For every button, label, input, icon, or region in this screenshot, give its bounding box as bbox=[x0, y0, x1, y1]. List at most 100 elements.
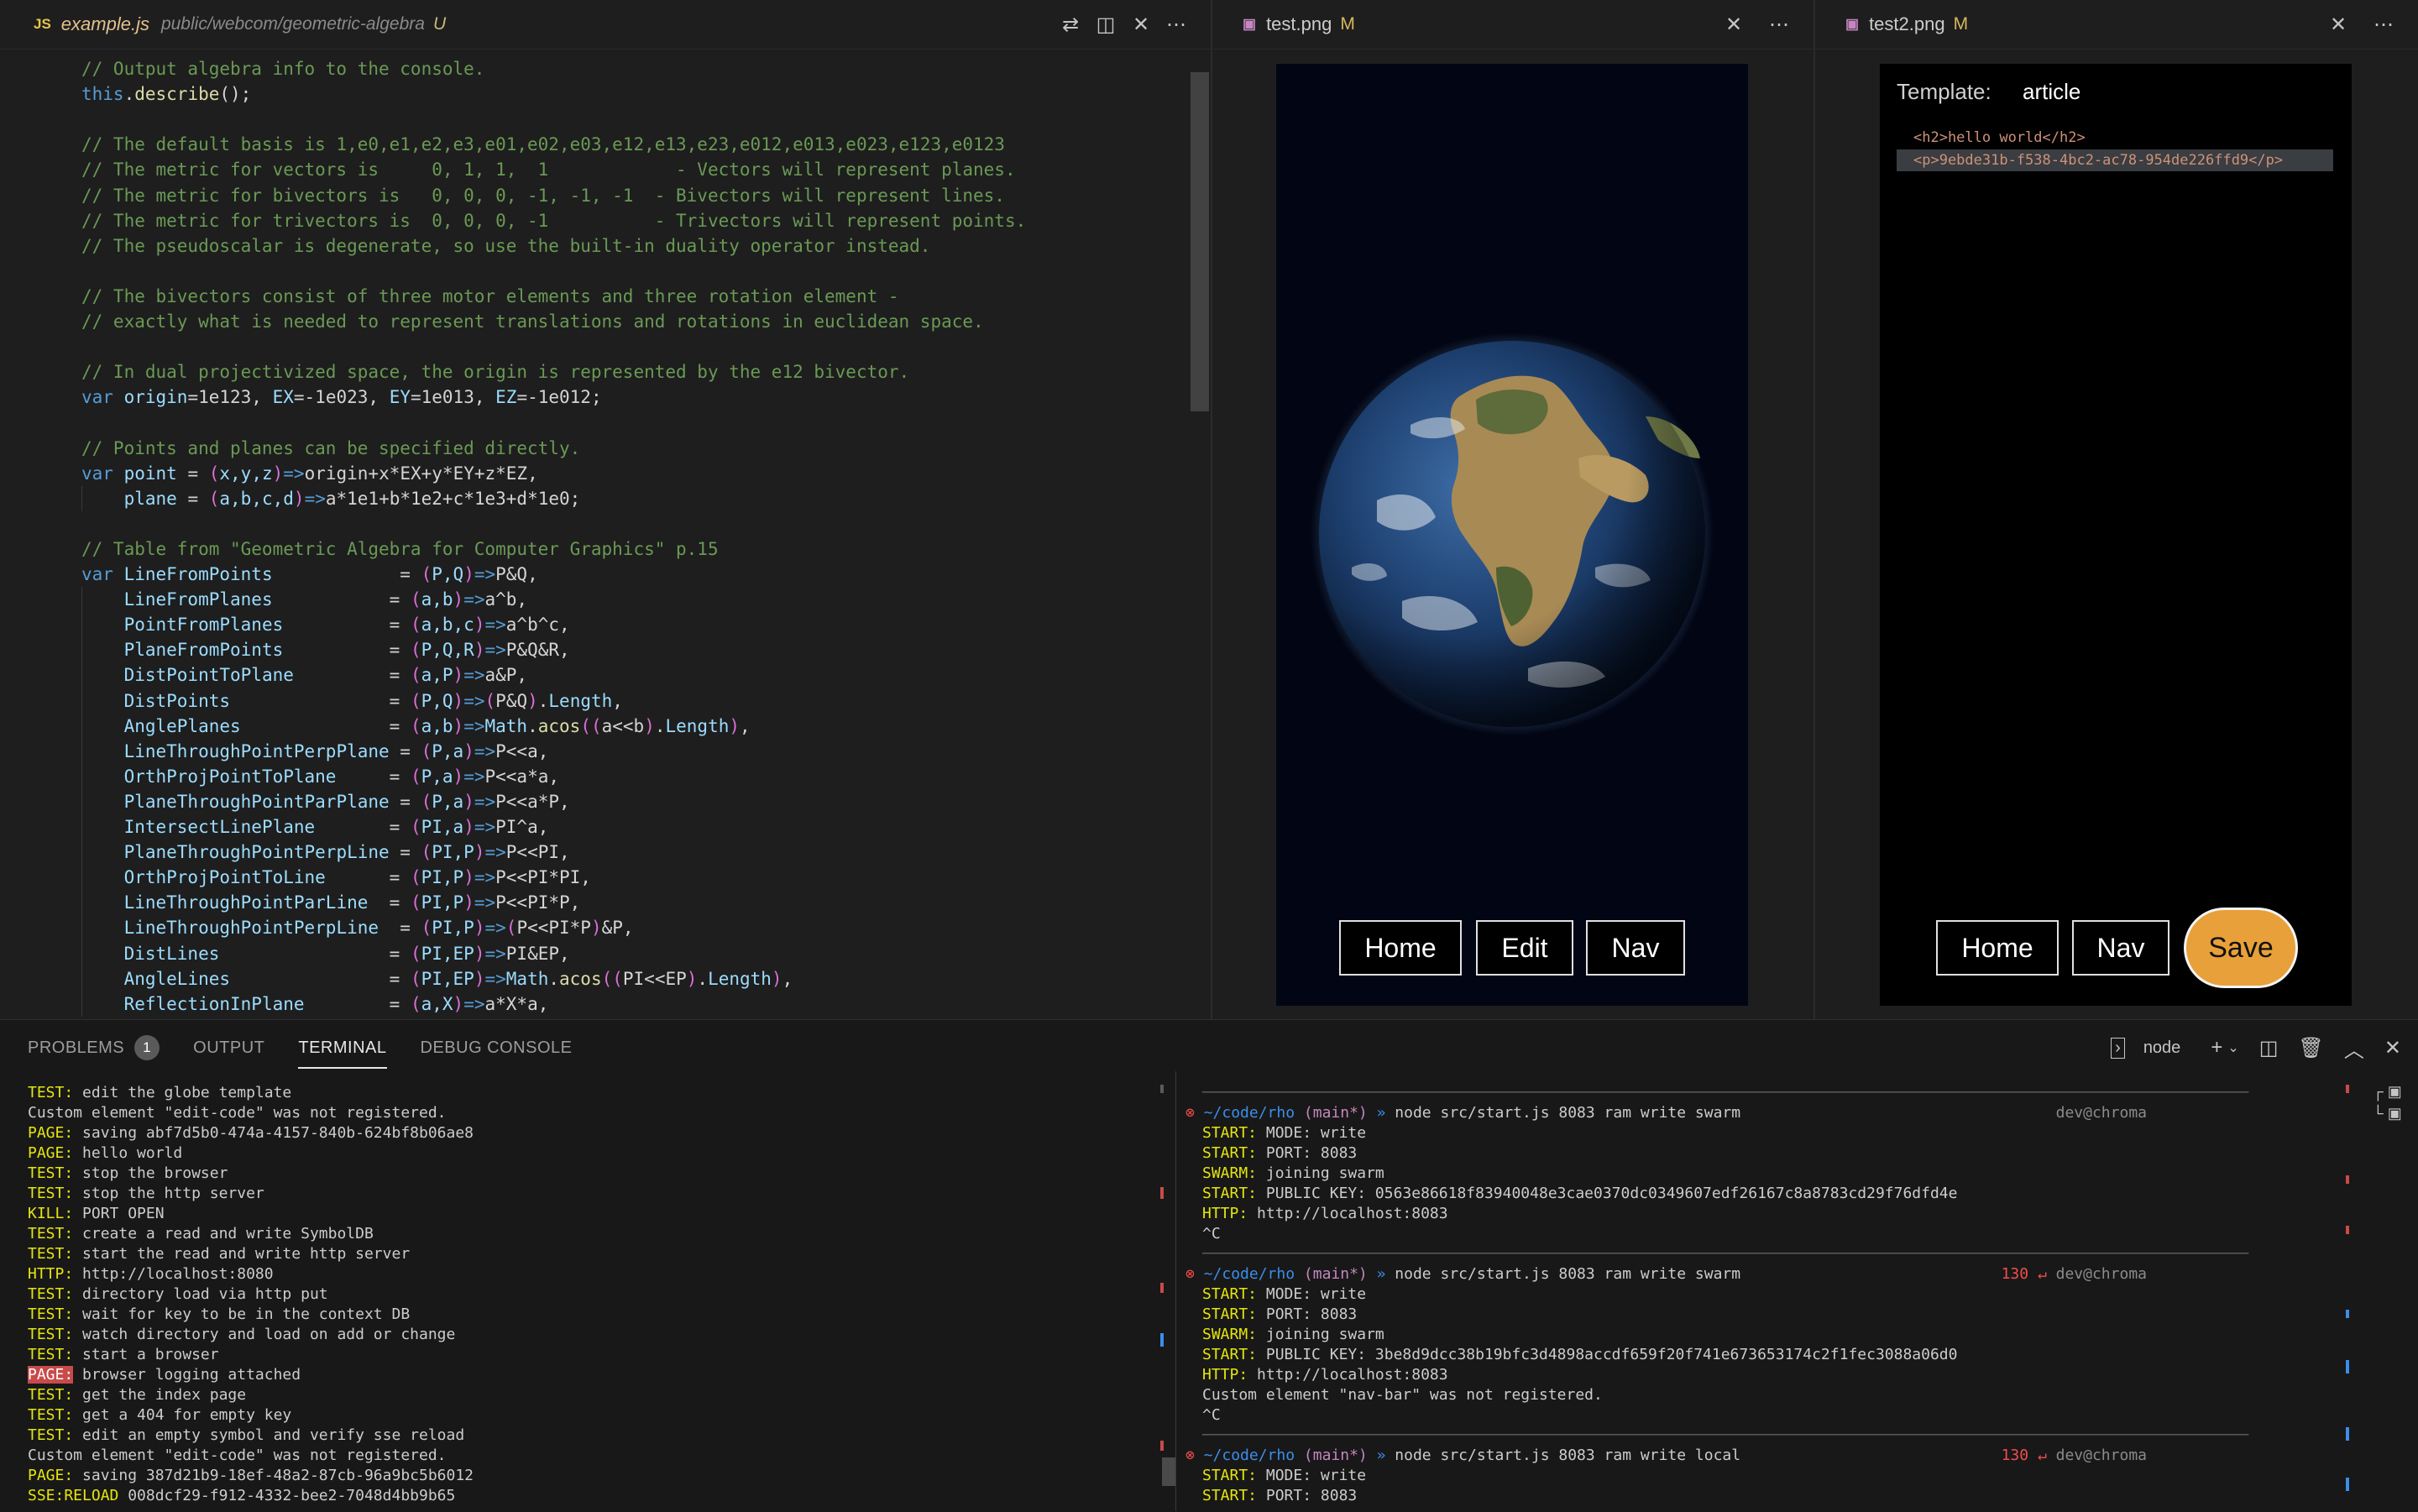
close-icon[interactable]: ✕ bbox=[1123, 7, 1159, 42]
trash-icon[interactable]: 🗑 bbox=[2298, 1036, 2323, 1060]
error-mark-icon: ⊗ bbox=[1185, 1447, 1195, 1464]
home-button[interactable]: Home bbox=[1936, 920, 2059, 976]
terminal-line: START: MODE: write bbox=[1185, 1123, 2344, 1143]
code-line: OrthProjPointToPlane = (P,a)=>P<<a*a, bbox=[81, 764, 559, 789]
close-icon[interactable]: ✕ bbox=[1716, 7, 1751, 42]
code-token: ( bbox=[410, 615, 421, 636]
code-token: => bbox=[283, 463, 305, 484]
nav-button[interactable]: Nav bbox=[2072, 920, 2169, 976]
code-token: . bbox=[527, 715, 538, 736]
terminal-left[interactable]: TEST: edit the globe template Custom elem… bbox=[28, 1083, 1153, 1511]
save-button[interactable]: Save bbox=[2184, 908, 2298, 988]
error-mark-icon: ⊗ bbox=[1185, 1265, 1195, 1283]
new-terminal-icon[interactable]: + bbox=[2211, 1036, 2222, 1059]
terminal-line: ────────────────────────────────────────… bbox=[1185, 1244, 2344, 1264]
terminal-line: PAGE: saving 387d21b9-18ef-48a2-87cb-96a… bbox=[28, 1466, 1153, 1486]
code-token: a<<b bbox=[601, 715, 645, 736]
log-text: stop the browser bbox=[73, 1164, 228, 1182]
tab-terminal[interactable]: TERMINAL bbox=[298, 1020, 387, 1075]
more-actions-icon[interactable]: ⋯ bbox=[1761, 7, 1797, 42]
log-tag: START: bbox=[1202, 1185, 1258, 1202]
code-line: DistPoints = (P,Q)=>(P&Q).Length, bbox=[81, 688, 623, 714]
code-line: LineFromPlanes = (a,b)=>a^b, bbox=[81, 587, 528, 612]
code-token: ) bbox=[453, 715, 464, 736]
code-token: // The metric for vectors is 0, 1, 1, 1 … bbox=[81, 160, 1016, 180]
split-terminal-icon[interactable]: ◫ bbox=[2259, 1036, 2279, 1060]
code-token: ( bbox=[410, 715, 421, 736]
code-token: ) bbox=[474, 615, 485, 636]
code-token: ( bbox=[421, 791, 432, 812]
code-token: ( bbox=[410, 993, 421, 1014]
close-icon[interactable]: ✕ bbox=[2321, 7, 2356, 42]
code-token: ( bbox=[410, 817, 421, 837]
edit-button[interactable]: Edit bbox=[1476, 920, 1573, 976]
terminal-line: ^C bbox=[1185, 1224, 2344, 1244]
exit-code: 130 ↵ bbox=[2001, 1447, 2047, 1464]
globe-image bbox=[1276, 64, 1748, 1006]
log-tag: TEST: bbox=[28, 1285, 74, 1303]
code-token: // The pseudoscalar is degenerate, so us… bbox=[81, 235, 931, 256]
code-token: = bbox=[379, 615, 411, 636]
more-actions-icon[interactable]: ⋯ bbox=[2366, 7, 2401, 42]
terminal-shell-selector[interactable]: › node bbox=[2101, 1037, 2190, 1059]
log-tag: HTTP: bbox=[1202, 1366, 1248, 1384]
code-line: // The pseudoscalar is degenerate, so us… bbox=[81, 233, 930, 259]
terminal-line: TEST: edit an empty symbol and verify ss… bbox=[28, 1426, 1153, 1446]
log-tag: PAGE: bbox=[28, 1124, 74, 1142]
code-token: PI^a, bbox=[495, 817, 549, 837]
code-token: AngleLines bbox=[123, 968, 379, 989]
terminal-line: ⊗ ~/code/rho (main*) » node src/start.js… bbox=[1185, 1446, 2344, 1466]
prompt-host: dev@chroma bbox=[2055, 1447, 2147, 1464]
chevron-down-icon[interactable]: ⌄ bbox=[2227, 1039, 2238, 1056]
compare-changes-icon[interactable]: ⇄ bbox=[1053, 7, 1088, 42]
code-token: ( bbox=[410, 665, 421, 686]
code-token: Length bbox=[708, 968, 772, 989]
log-text: ^C bbox=[1202, 1406, 1221, 1424]
code-token: ) bbox=[463, 817, 474, 837]
tab-debug-console[interactable]: DEBUG CONSOLE bbox=[421, 1020, 573, 1075]
maximize-panel-icon[interactable]: ︿ bbox=[2344, 1033, 2364, 1063]
tab-problems[interactable]: PROBLEMS 1 bbox=[28, 1020, 160, 1075]
code-token: ( bbox=[410, 766, 421, 787]
log-text: Custom element "edit-code" was not regis… bbox=[28, 1447, 447, 1464]
command-text: node src/start.js 8083 ram write swarm bbox=[1395, 1104, 1741, 1122]
tab-test2-png[interactable]: ▣ test2.png M bbox=[1845, 0, 1968, 49]
terminal-line: START: PUBLIC KEY: 3be8d9dcc38b19bfc3d48… bbox=[1185, 1345, 2344, 1365]
terminal-line: TEST: watch directory and load on add or… bbox=[28, 1325, 1153, 1345]
editor-scrollbar[interactable] bbox=[1191, 72, 1209, 411]
code-token: => bbox=[304, 488, 326, 509]
nav-button[interactable]: Nav bbox=[1586, 920, 1685, 976]
tab-example-js[interactable]: JS example.js public/webcom/geometric-al… bbox=[34, 0, 446, 49]
terminal-line: Custom element "edit-code" was not regis… bbox=[28, 1103, 1153, 1123]
prompt-host: dev@chroma bbox=[2055, 1104, 2147, 1122]
close-panel-icon[interactable]: ✕ bbox=[2384, 1036, 2401, 1060]
terminal-line: ────────────────────────────────────────… bbox=[1185, 1426, 2344, 1446]
shell-label: node bbox=[2143, 1038, 2181, 1057]
template-value: article bbox=[2023, 79, 2081, 104]
more-actions-icon[interactable]: ⋯ bbox=[1159, 7, 1194, 42]
code-token: ( bbox=[410, 892, 421, 913]
terminal-right[interactable]: ────────────────────────────────────────… bbox=[1185, 1083, 2344, 1511]
code-token: = bbox=[379, 690, 411, 711]
log-tag: TEST: bbox=[28, 1185, 74, 1202]
code-editor[interactable]: // Output algebra info to the console. th… bbox=[0, 50, 1192, 1019]
terminal-line: KILL: PORT OPEN bbox=[28, 1204, 1153, 1224]
image-file-icon: ▣ bbox=[1243, 16, 1257, 32]
code-token: a,b bbox=[421, 715, 453, 736]
code-token: = bbox=[379, 817, 411, 837]
terminal-line: PAGE: browser logging attached bbox=[28, 1365, 1153, 1385]
split-editor-icon[interactable]: ◫ bbox=[1088, 7, 1123, 42]
terminal-instance-icon[interactable]: └ ▣ bbox=[2373, 1105, 2402, 1122]
code-token: DistPoints bbox=[123, 690, 379, 711]
tab-filename: example.js bbox=[60, 13, 149, 34]
home-button[interactable]: Home bbox=[1339, 920, 1462, 976]
code-token: var bbox=[81, 463, 124, 484]
tab-output[interactable]: OUTPUT bbox=[193, 1020, 264, 1075]
terminal-instance-icon[interactable]: ┌ ▣ bbox=[2373, 1083, 2402, 1101]
code-line: AngleLines = (PI,EP)=>Math.acos((PI<<EP)… bbox=[81, 966, 793, 991]
tab-test-png[interactable]: ▣ test.png M bbox=[1243, 0, 1355, 49]
